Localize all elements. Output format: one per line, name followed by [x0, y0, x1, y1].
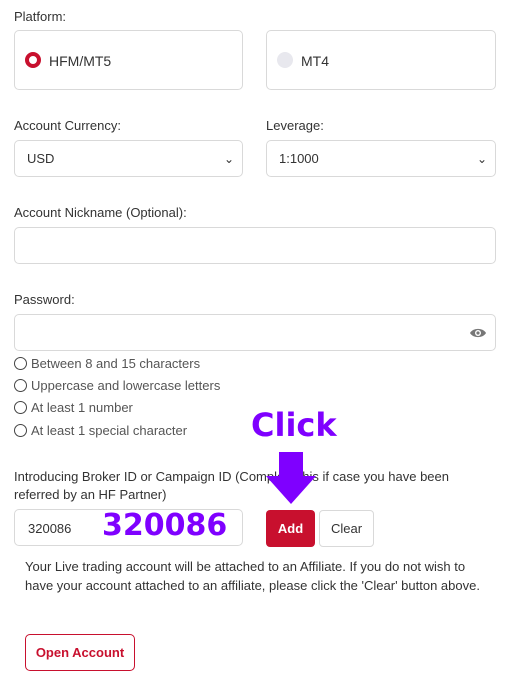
platform-label: Platform: [14, 9, 67, 24]
platform-option-label: HFM/MT5 [49, 53, 112, 69]
ib-value: 320086 [28, 521, 72, 536]
password-rule-text: Uppercase and lowercase letters [31, 378, 221, 393]
affiliate-note: Your Live trading account will be attach… [25, 559, 480, 593]
leverage-value: 1:1000 [279, 151, 319, 166]
password-rule-text: Between 8 and 15 characters [31, 356, 201, 371]
password-label: Password: [14, 292, 75, 307]
eye-icon[interactable] [469, 326, 487, 340]
currency-label: Account Currency: [14, 118, 121, 133]
platform-option-label: MT4 [301, 53, 329, 69]
nickname-label: Account Nickname (Optional): [14, 205, 187, 220]
radio-selected-icon[interactable] [25, 52, 41, 68]
currency-select[interactable]: USD ⌄ [14, 140, 243, 177]
leverage-select[interactable]: 1:1000 ⌄ [266, 140, 496, 177]
code-annotation: 320086 [102, 508, 228, 543]
chevron-down-icon: ⌄ [476, 151, 487, 166]
radio-unselected-icon[interactable] [277, 52, 293, 68]
platform-option-hfm-mt5[interactable]: HFM/MT5 [14, 30, 243, 90]
circle-icon [14, 424, 27, 437]
chevron-down-icon: ⌄ [223, 151, 234, 166]
circle-icon [14, 379, 27, 392]
password-rule: Between 8 and 15 characters [14, 356, 200, 371]
password-rule-text: At least 1 number [31, 400, 133, 415]
password-rule: Uppercase and lowercase letters [14, 378, 220, 393]
ib-label: Introducing Broker ID or Campaign ID (Co… [14, 469, 449, 502]
password-input[interactable] [14, 314, 496, 351]
password-rule-text: At least 1 special character [31, 423, 188, 438]
password-rule: At least 1 special character [14, 423, 187, 438]
currency-value: USD [27, 151, 55, 166]
circle-icon [14, 357, 27, 370]
nickname-input[interactable] [14, 227, 496, 264]
password-rule: At least 1 number [14, 400, 133, 415]
add-button[interactable]: Add [266, 510, 315, 547]
click-annotation: Click [251, 406, 337, 444]
leverage-label: Leverage: [266, 118, 324, 133]
open-account-button[interactable]: Open Account [25, 634, 135, 671]
clear-button[interactable]: Clear [319, 510, 374, 547]
circle-icon [14, 401, 27, 414]
arrow-down-icon [266, 452, 316, 504]
platform-option-mt4[interactable]: MT4 [266, 30, 496, 90]
